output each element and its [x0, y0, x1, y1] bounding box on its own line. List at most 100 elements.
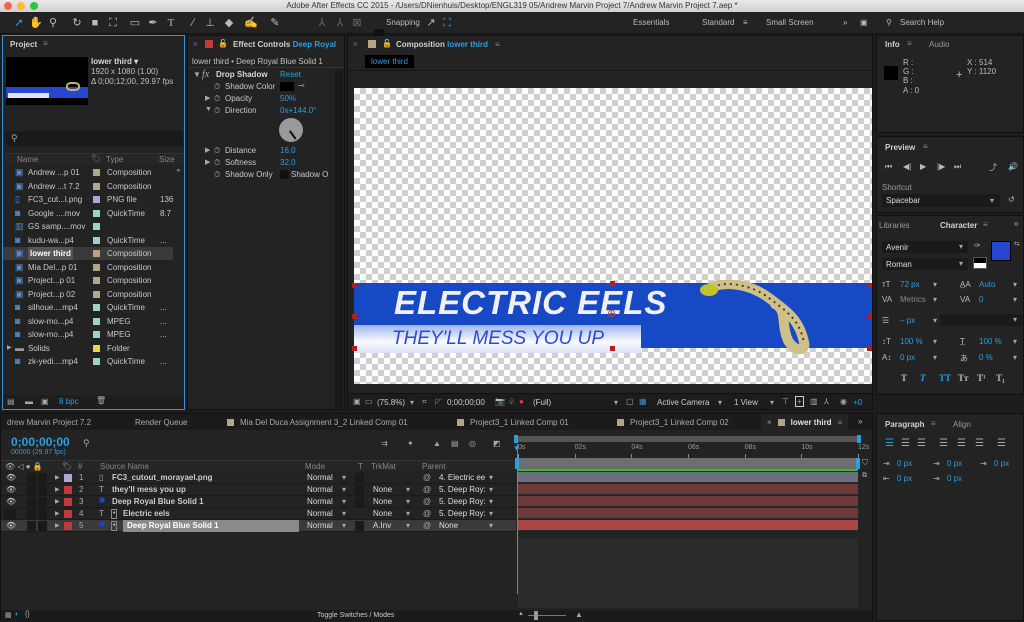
label-color-swatch[interactable]	[64, 474, 72, 482]
chevron-down-icon[interactable]: ▾	[342, 520, 346, 532]
eye-icon[interactable]: 👁	[6, 520, 16, 532]
layer-mode-dropdown[interactable]: Normal	[307, 508, 333, 520]
text-style-button[interactable]: T₁	[996, 373, 1005, 383]
chevron-down-icon[interactable]: ▾	[489, 472, 493, 484]
project-item[interactable]: ▣ Andrew ...t 7.2 Composition	[3, 180, 173, 193]
tab-preview[interactable]: Preview	[885, 143, 915, 152]
roto-brush-tool-icon[interactable]: ✍	[244, 16, 258, 30]
workspace-menu-icon[interactable]: ≡	[743, 18, 748, 27]
lock-switch[interactable]	[38, 473, 47, 483]
tab-effect-controls[interactable]: Effect Controls Deep Royal	[233, 40, 336, 49]
chevron-down-icon[interactable]: ▾	[489, 496, 493, 508]
solo-switch[interactable]	[27, 485, 36, 495]
preserve-transparency-checkbox[interactable]	[355, 485, 364, 495]
puppet-pin-tool-icon[interactable]: ✎	[268, 16, 282, 30]
layer-name[interactable]: FC3_cutout_morayael.png	[112, 472, 212, 484]
zoom-in-icon[interactable]: ▲	[575, 610, 583, 619]
space-before-value[interactable]: 0 px	[947, 459, 962, 468]
safe-margins-icon[interactable]: ⌗	[422, 397, 427, 407]
view-axis-icon[interactable]: ⊠	[350, 16, 364, 30]
tab-align[interactable]: Align	[953, 420, 971, 429]
zoom-out-icon[interactable]: ▲	[518, 611, 524, 617]
baseline-shift-value[interactable]: 0 px	[900, 353, 915, 362]
close-tab-icon[interactable]: ×	[767, 418, 772, 427]
chevron-down-icon[interactable]: ▾	[1013, 353, 1017, 362]
layer-row[interactable]: 👁 ▶ 3 ■ Deep Royal Blue Solid 1 Normal ▾ None ▾ @…	[1, 495, 516, 508]
layer-name[interactable]: they'll mess you up	[112, 484, 186, 496]
track-matte-dropdown[interactable]: None	[373, 508, 392, 520]
label-color-swatch[interactable]	[93, 317, 100, 325]
justify-center-icon[interactable]: ☰	[957, 438, 966, 449]
close-tab-icon[interactable]: ×	[193, 40, 198, 49]
clone-stamp-tool-icon[interactable]: ⊥	[203, 16, 217, 30]
layer-row[interactable]: ▶ 4 T • Electric eels Normal ▾ None ▾ @5. Deep Ro…	[1, 508, 516, 520]
zoom-slider-thumb[interactable]	[534, 611, 538, 620]
fast-previews-icon[interactable]: +	[795, 396, 804, 407]
project-item[interactable]: ◙ slow-mo...p4 MPEG...	[3, 315, 173, 328]
mute-audio-icon[interactable]: 🔊	[1008, 162, 1018, 171]
parent-dropdown[interactable]: None	[439, 520, 458, 532]
type-tool-icon[interactable]: T	[164, 16, 178, 30]
transfer-controls-icon[interactable]: ◐	[15, 611, 19, 618]
align-center-icon[interactable]: ☰	[901, 438, 910, 449]
panel-menu-icon[interactable]: ≡	[838, 418, 843, 427]
panel-menu-icon[interactable]: ≡	[43, 39, 48, 48]
solo-switch[interactable]	[27, 521, 36, 531]
selection-tool-icon[interactable]: ➚	[12, 16, 26, 30]
panel-overflow-icon[interactable]: »	[1014, 219, 1018, 228]
chevron-down-icon[interactable]: ▾	[718, 398, 722, 407]
tab-audio[interactable]: Audio	[929, 40, 949, 49]
timeline-tab[interactable]: Project3_1 Linked Comp 01	[451, 414, 575, 430]
text-style-button[interactable]: TT	[939, 373, 951, 383]
effect-property-value[interactable]: 0x+144.0°	[280, 106, 316, 115]
label-color-swatch[interactable]	[93, 304, 100, 311]
toggle-pixel-aspect-icon[interactable]: ⊤	[782, 397, 789, 406]
vertical-scale-value[interactable]: 100 %	[900, 337, 923, 346]
timeline-tab[interactable]: × lower third ≡	[761, 414, 849, 430]
mask-visibility-icon[interactable]: ◸	[435, 397, 441, 406]
label-color-swatch[interactable]	[93, 277, 100, 284]
snap-edges-icon[interactable]: ↗	[424, 16, 438, 30]
channel-icon[interactable]: ●	[519, 397, 524, 406]
layer-duration-bar[interactable]	[518, 520, 858, 531]
frame-blending-icon[interactable]: ▤	[451, 439, 459, 448]
text-style-button[interactable]: T	[901, 373, 907, 383]
loop-icon[interactable]: ⤴	[989, 162, 997, 173]
pan-behind-tool-icon[interactable]: ⛶	[106, 16, 120, 30]
expand-effect-icon[interactable]: ▼	[193, 70, 201, 79]
effect-scrollbar[interactable]	[335, 69, 343, 409]
layer-duration-bar[interactable]	[518, 472, 858, 483]
eyedropper-icon[interactable]: ⊸	[298, 81, 305, 90]
text-style-button[interactable]: Tт	[958, 373, 968, 383]
project-item[interactable]: ◙ Google ....mov QuickTime 8.7	[3, 207, 173, 220]
fx-toggle-icon[interactable]: fx	[202, 69, 209, 80]
chevron-down-icon[interactable]: ▾	[342, 484, 346, 496]
panel-menu-icon[interactable]: ≡	[495, 40, 500, 49]
expand-arrow-icon[interactable]: ▶	[55, 508, 60, 520]
layer-mode-dropdown[interactable]: Normal	[307, 520, 333, 532]
expand-arrow-icon[interactable]: ▶	[55, 496, 60, 508]
motion-blur-icon[interactable]: ◎	[469, 439, 476, 448]
stroke-type-dropdown[interactable]: ▾	[940, 314, 1022, 326]
stopwatch-icon[interactable]: ⏱	[214, 82, 220, 92]
lock-switch[interactable]	[38, 521, 47, 531]
shadow-color-swatch[interactable]	[280, 82, 294, 91]
project-item[interactable]: ▣ Project...p 02 Composition	[3, 288, 173, 301]
project-item[interactable]: ▥ GS samp....mov	[3, 220, 173, 233]
comp-marker-bin-icon[interactable]: ⛉	[862, 458, 868, 468]
font-size-value[interactable]: 72 px	[900, 280, 920, 289]
parent-dropdown[interactable]: 4. Electric ee	[439, 472, 485, 484]
pen-tool-icon[interactable]: ✒	[146, 16, 160, 30]
layer-switches-icon[interactable]: ▦	[5, 611, 12, 619]
column-trkmat[interactable]: TrkMat	[371, 462, 396, 471]
layer-name[interactable]: Deep Royal Blue Solid 1	[123, 520, 299, 532]
in-out-icon[interactable]: {}	[25, 611, 30, 618]
preserve-transparency-checkbox[interactable]	[355, 497, 364, 507]
expand-arrow-icon[interactable]: ▼	[205, 106, 212, 113]
project-item[interactable]: ▣ Mia Del...p 01 Composition	[3, 261, 173, 274]
close-tab-icon[interactable]: ×	[353, 40, 358, 49]
title-text-layer[interactable]: ELECTRIC EELS	[394, 284, 667, 322]
video-switch[interactable]	[4, 509, 16, 519]
transform-handle[interactable]	[610, 346, 615, 351]
time-navigator[interactable]	[514, 435, 861, 443]
